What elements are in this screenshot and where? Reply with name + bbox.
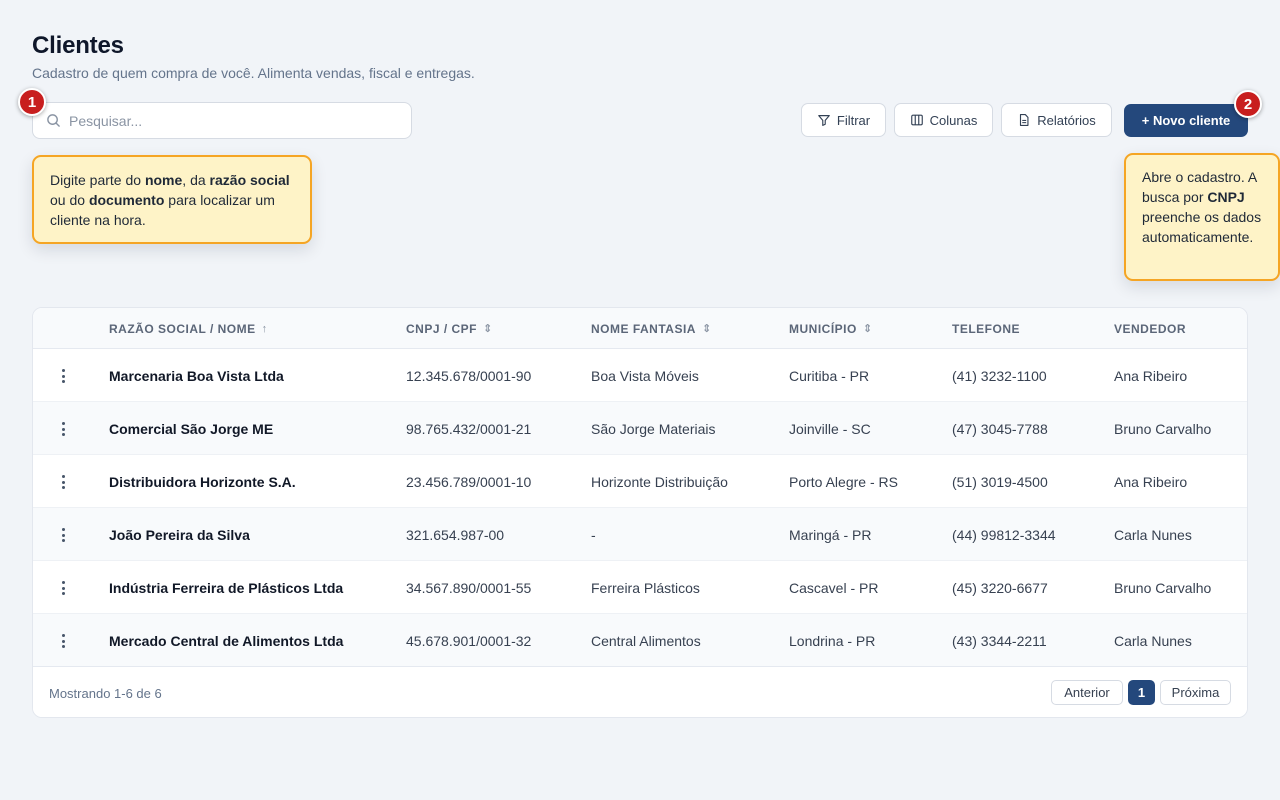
row-actions-icon[interactable] — [55, 420, 71, 438]
column-header-vendedor: VENDEDOR — [1114, 308, 1186, 349]
row-actions-icon[interactable] — [55, 526, 71, 544]
table-row[interactable]: Marcenaria Boa Vista Ltda 12.345.678/000… — [33, 349, 1247, 402]
cell-municipio: Curitiba - PR — [789, 367, 870, 384]
tooltip-text: Digite parte do — [50, 172, 145, 188]
cell-vendedor: Bruno Carvalho — [1114, 579, 1212, 596]
cell-vendedor: Carla Nunes — [1114, 526, 1192, 543]
sort-icon: ⇕ — [483, 323, 493, 335]
cell-cnpj: 12.345.678/0001-90 — [406, 367, 532, 384]
step-marker-1: 1 — [18, 88, 46, 116]
columns-button-label: Colunas — [929, 112, 978, 128]
sort-icon: ⇕ — [862, 323, 873, 335]
document-icon — [1020, 114, 1029, 126]
table-row[interactable]: Indústria Ferreira de Plásticos Ltda 34.… — [33, 561, 1247, 614]
tooltip-text: preenche os dados automaticamente. — [1142, 209, 1262, 245]
page-title: Clientes — [32, 32, 124, 59]
table-row[interactable]: Distribuidora Horizonte S.A. 23.456.789/… — [33, 455, 1247, 508]
tooltip-bold: CNPJ — [1207, 189, 1245, 205]
column-header-razao-social[interactable]: RAZÃO SOCIAL / NOME ↑ — [109, 308, 268, 349]
cell-cnpj: 34.567.890/0001-55 — [406, 579, 532, 596]
new-client-tooltip: Abre o cadastro. A busca por CNPJ preenc… — [1124, 153, 1280, 281]
cell-telefone: (41) 3232-1100 — [952, 367, 1047, 384]
cell-razao-social: Comercial São Jorge ME — [109, 420, 274, 437]
reports-button-label: Relatórios — [1037, 112, 1096, 128]
clients-table: RAZÃO SOCIAL / NOME ↑ CNPJ / CPF ⇕ NOME FA… — [32, 307, 1248, 718]
column-header-label: CNPJ / CPF — [406, 321, 478, 336]
filter-button[interactable]: Filtrar — [801, 103, 886, 137]
cell-telefone: (43) 3344-2211 — [952, 632, 1047, 649]
columns-button[interactable]: Colunas — [894, 103, 993, 137]
page-1-button[interactable]: 1 — [1128, 680, 1155, 705]
filter-button-label: Filtrar — [836, 112, 871, 128]
cell-telefone: (45) 3220-6677 — [952, 579, 1048, 596]
step-marker-2: 2 — [1234, 90, 1262, 118]
tooltip-text: ou do — [50, 192, 89, 208]
tooltip-bold: documento — [88, 192, 165, 208]
search-icon — [47, 114, 60, 127]
row-actions-icon[interactable] — [55, 632, 71, 650]
filter-icon — [818, 115, 830, 126]
cell-vendedor: Ana Ribeiro — [1114, 473, 1188, 490]
sort-icon: ⇕ — [701, 323, 712, 335]
cell-razao-social: Distribuidora Horizonte S.A. — [109, 473, 296, 490]
cell-razao-social: João Pereira da Silva — [109, 526, 250, 543]
table-footer: Mostrando 1-6 de 6 Anterior 1 Próxima — [33, 666, 1247, 717]
table-row[interactable]: Mercado Central de Alimentos Ltda 45.678… — [33, 614, 1247, 667]
column-header-label: NOME FANTASIA — [591, 321, 696, 336]
page-subtitle: Cadastro de quem compra de você. Aliment… — [32, 65, 475, 81]
row-actions-icon[interactable] — [55, 473, 71, 491]
cell-vendedor: Bruno Carvalho — [1114, 420, 1212, 437]
cell-municipio: Londrina - PR — [789, 632, 876, 649]
tooltip-text: , da — [182, 172, 210, 188]
column-header-telefone: TELEFONE — [952, 308, 1020, 349]
table-header: RAZÃO SOCIAL / NOME ↑ CNPJ / CPF ⇕ NOME FA… — [33, 308, 1247, 349]
search-box[interactable] — [32, 102, 412, 139]
row-actions-icon[interactable] — [55, 367, 71, 385]
column-header-label: VENDEDOR — [1114, 321, 1187, 336]
cell-municipio: Porto Alegre - RS — [789, 473, 898, 490]
results-count: Mostrando 1-6 de 6 — [49, 685, 162, 701]
row-actions-icon[interactable] — [55, 579, 71, 597]
cell-nome-fantasia: - — [591, 526, 596, 543]
previous-page-button[interactable]: Anterior — [1051, 680, 1123, 705]
reports-button[interactable]: Relatórios — [1001, 103, 1112, 137]
cell-cnpj: 98.765.432/0001-21 — [406, 420, 532, 437]
cell-razao-social: Indústria Ferreira de Plásticos Ltda — [109, 579, 344, 596]
cell-vendedor: Ana Ribeiro — [1114, 367, 1188, 384]
cell-nome-fantasia: São Jorge Materiais — [591, 420, 716, 437]
cell-telefone: (44) 99812-3344 — [952, 526, 1056, 543]
cell-nome-fantasia: Ferreira Plásticos — [591, 579, 700, 596]
table-row[interactable]: Comercial São Jorge ME 98.765.432/0001-2… — [33, 402, 1247, 455]
column-header-label: MUNICÍPIO — [789, 321, 857, 336]
column-header-municipio[interactable]: MUNICÍPIO ⇕ — [789, 308, 873, 349]
cell-nome-fantasia: Central Alimentos — [591, 632, 701, 649]
table-row[interactable]: João Pereira da Silva 321.654.987-00 - M… — [33, 508, 1247, 561]
next-page-button[interactable]: Próxima — [1160, 680, 1231, 705]
new-client-button[interactable]: + Novo cliente — [1124, 104, 1248, 137]
cell-nome-fantasia: Horizonte Distribuição — [591, 473, 728, 490]
sort-icon: ↑ — [261, 322, 268, 335]
cell-telefone: (47) 3045-7788 — [952, 420, 1048, 437]
cell-razao-social: Mercado Central de Alimentos Ltda — [109, 632, 344, 649]
column-header-label: TELEFONE — [952, 321, 1021, 336]
cell-telefone: (51) 3019-4500 — [952, 473, 1048, 490]
cell-cnpj: 321.654.987-00 — [406, 526, 505, 543]
tooltip-bold: nome — [144, 172, 183, 188]
cell-municipio: Maringá - PR — [789, 526, 872, 543]
column-header-nome-fantasia[interactable]: NOME FANTASIA ⇕ — [591, 308, 712, 349]
cell-razao-social: Marcenaria Boa Vista Ltda — [109, 367, 284, 384]
cell-nome-fantasia: Boa Vista Móveis — [591, 367, 699, 384]
columns-icon — [910, 114, 923, 126]
tooltip-bold: razão social — [209, 172, 290, 188]
cell-municipio: Cascavel - PR — [789, 579, 879, 596]
cell-vendedor: Carla Nunes — [1114, 632, 1192, 649]
search-tooltip: Digite parte do nome, da razão social ou… — [32, 155, 312, 244]
search-input[interactable] — [69, 112, 389, 129]
cell-cnpj: 45.678.901/0001-32 — [406, 632, 532, 649]
cell-municipio: Joinville - SC — [789, 420, 871, 437]
cell-cnpj: 23.456.789/0001-10 — [406, 473, 532, 490]
column-header-cnpj[interactable]: CNPJ / CPF ⇕ — [406, 308, 493, 349]
column-header-label: RAZÃO SOCIAL / NOME — [109, 321, 256, 336]
